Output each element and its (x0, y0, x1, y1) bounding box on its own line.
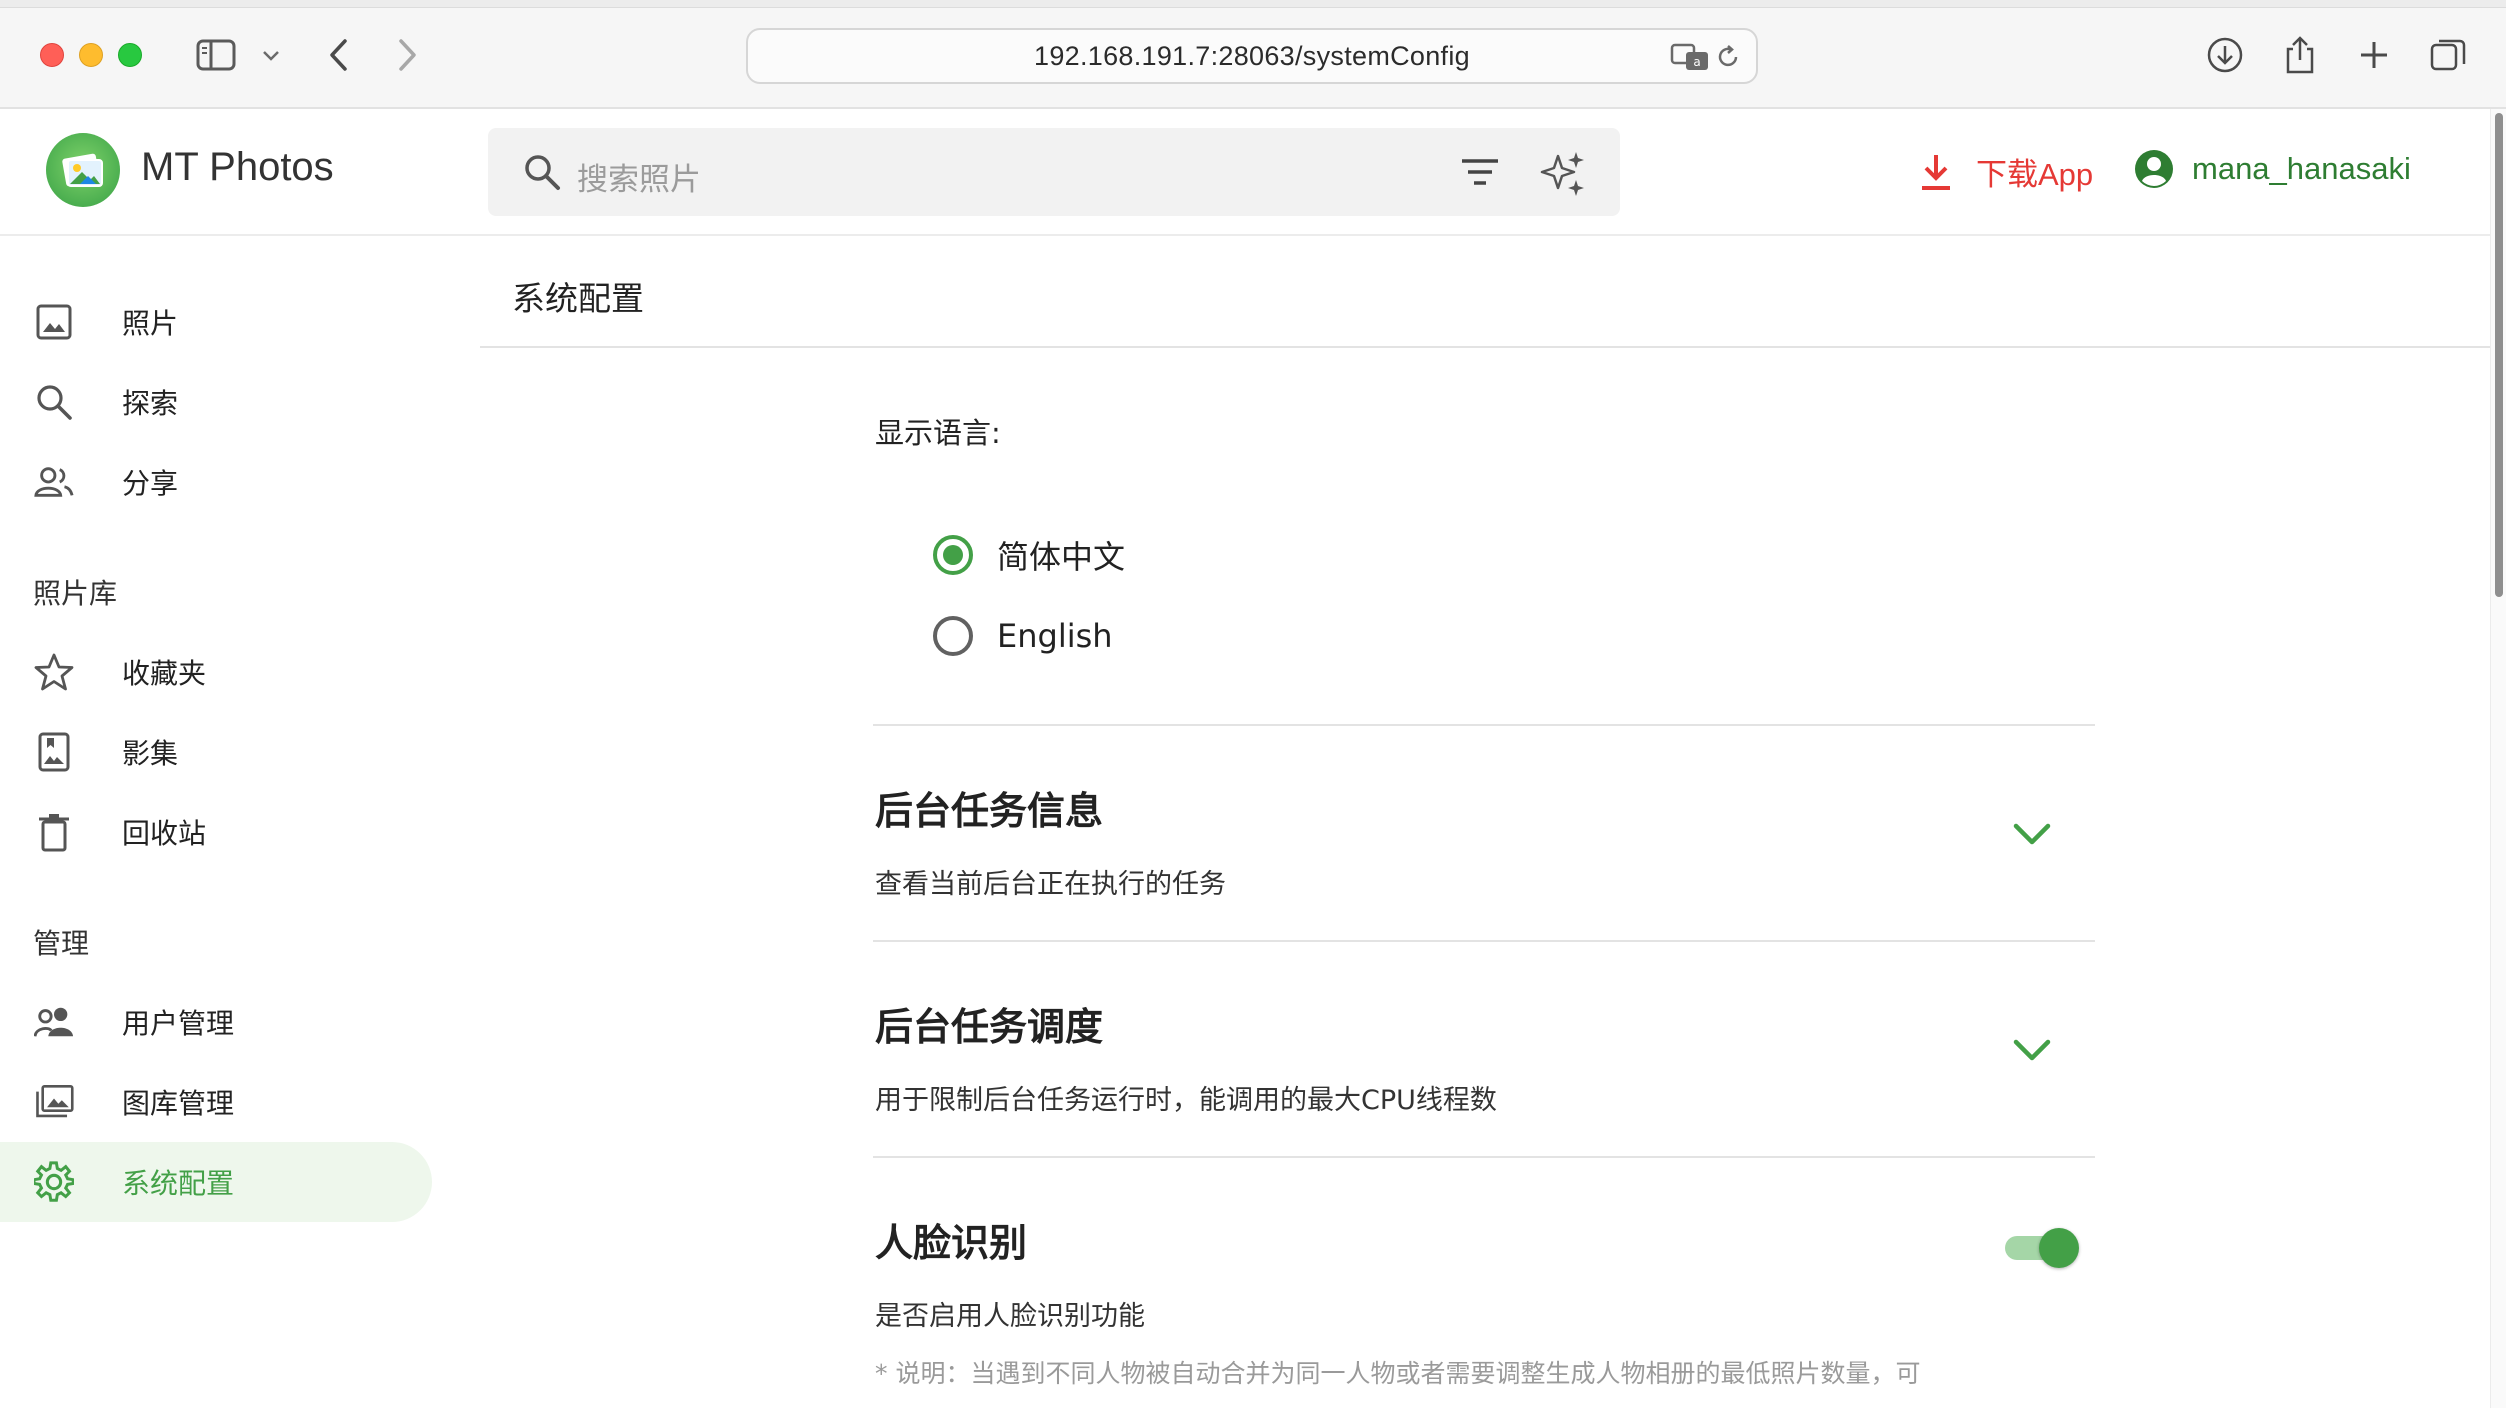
admin-section-title: 管理 (33, 927, 90, 960)
sidebar-item-albums[interactable]: 影集 (0, 712, 432, 792)
app-title: MT Photos (141, 145, 334, 189)
sidebar-item-label: 分享 (122, 467, 179, 500)
sidebar-item-label: 图库管理 (122, 1087, 235, 1120)
new-tab-icon[interactable] (2352, 30, 2396, 80)
tab-strip (0, 0, 2506, 8)
language-option-label: 简体中文 (997, 538, 1126, 576)
language-option-label: English (997, 617, 1113, 655)
search-bar[interactable]: 搜索照片 (488, 128, 1620, 216)
download-icon (1922, 154, 1950, 190)
close-window-button[interactable] (40, 43, 64, 67)
sidebar-item-label: 收藏夹 (122, 657, 207, 690)
divider (873, 724, 2095, 726)
ai-sparkle-icon[interactable] (1538, 148, 1590, 204)
library-section-title: 照片库 (33, 577, 118, 610)
downloads-icon[interactable] (2202, 30, 2248, 80)
page-scrollbar[interactable] (2490, 109, 2506, 1408)
zoom-window-button[interactable] (118, 43, 142, 67)
svg-text:a: a (1693, 55, 1700, 69)
face-recognition-desc: 是否启用人脸识别功能 (875, 1301, 1145, 1332)
language-label: 显示语言: (875, 416, 1001, 450)
language-option-en[interactable]: English (933, 616, 1113, 656)
task-info-desc: 查看当前后台正在执行的任务 (875, 869, 1226, 900)
sidebar-item-user-management[interactable]: 用户管理 (0, 982, 432, 1062)
url-text: 192.168.191.7:28063/systemConfig (1034, 40, 1470, 71)
sidebar-item-label: 影集 (122, 737, 179, 770)
translate-icon[interactable]: a (1670, 42, 1710, 76)
app-header: MT Photos 搜索照片 下载App mana_hanasaki (0, 109, 2490, 236)
username: mana_hanasaki (2192, 151, 2411, 186)
forward-arrow-icon[interactable] (388, 30, 428, 80)
language-option-zh[interactable]: 简体中文 (933, 532, 1125, 578)
trash-icon (34, 812, 74, 852)
divider (873, 1156, 2095, 1158)
task-schedule-desc: 用于限制后台任务运行时，能调用的最大CPU线程数 (875, 1085, 1497, 1116)
gallery-icon (34, 1082, 74, 1122)
download-app-label: 下载App (1976, 157, 2094, 192)
sidebar-item-share[interactable]: 分享 (0, 442, 432, 522)
face-recognition-title: 人脸识别 (875, 1221, 1028, 1265)
address-bar[interactable]: 192.168.191.7:28063/systemConfig a (746, 28, 1758, 84)
task-schedule-title: 后台任务调度 (875, 1005, 1104, 1049)
sidebar-toggle-icon[interactable] (192, 30, 240, 80)
back-arrow-icon[interactable] (318, 30, 358, 80)
sidebar-item-favorites[interactable]: 收藏夹 (0, 632, 432, 712)
sidebar-item-explore[interactable]: 探索 (0, 362, 432, 442)
sidebar-item-label: 回收站 (122, 817, 207, 850)
radio-checked[interactable] (933, 535, 973, 575)
album-icon (34, 732, 74, 772)
chevron-down-icon[interactable] (2013, 822, 2051, 850)
tab-overview-icon[interactable] (2424, 30, 2472, 80)
account-icon (2135, 150, 2173, 188)
sidebar-item-label: 用户管理 (122, 1007, 235, 1040)
minimize-window-button[interactable] (79, 43, 103, 67)
people-icon (34, 462, 74, 502)
task-info-title: 后台任务信息 (875, 789, 1104, 833)
page-title: 系统配置 (512, 279, 644, 318)
sidebar-item-label: 照片 (122, 307, 179, 340)
radio-unchecked[interactable] (933, 616, 973, 656)
filter-icon[interactable] (1460, 154, 1500, 194)
sidebar-item-label: 探索 (122, 387, 179, 420)
reload-icon[interactable] (1714, 43, 1742, 75)
browser-toolbar: 192.168.191.7:28063/systemConfig a (0, 0, 2506, 109)
search-icon (34, 382, 74, 422)
star-icon (34, 652, 74, 692)
sidebar-item-gallery-management[interactable]: 图库管理 (0, 1062, 432, 1142)
divider (873, 940, 2095, 942)
sidebar-item-photos[interactable]: 照片 (0, 282, 432, 362)
gear-icon (34, 1161, 74, 1202)
search-icon (522, 152, 562, 196)
user-menu[interactable]: mana_hanasaki (2134, 149, 2411, 189)
image-icon (34, 302, 74, 342)
chevron-down-icon[interactable] (2013, 1038, 2051, 1066)
users-icon (34, 1002, 74, 1042)
sidebar-item-trash[interactable]: 回收站 (0, 792, 432, 872)
search-placeholder: 搜索照片 (577, 162, 701, 198)
download-app-button[interactable]: 下载App (1918, 149, 2093, 194)
page-header: 系统配置 (480, 236, 2490, 348)
chevron-down-icon[interactable] (256, 30, 286, 80)
sidebar-item-label: 系统配置 (122, 1167, 235, 1200)
sidebar: 照片 探索 分享 照片库 收藏夹 影集 回收站 管理 用户管理 图库管理 系统配… (0, 236, 440, 1408)
sidebar-item-system-config[interactable]: 系统配置 (0, 1142, 432, 1222)
face-recognition-note: * 说明：当遇到不同人物被自动合并为同一人物或者需要调整生成人物相册的最低照片数… (875, 1359, 1921, 1388)
face-recognition-toggle[interactable] (2001, 1226, 2079, 1268)
app-logo[interactable] (46, 133, 120, 207)
scrollbar-thumb[interactable] (2495, 113, 2503, 597)
share-icon[interactable] (2278, 30, 2322, 80)
